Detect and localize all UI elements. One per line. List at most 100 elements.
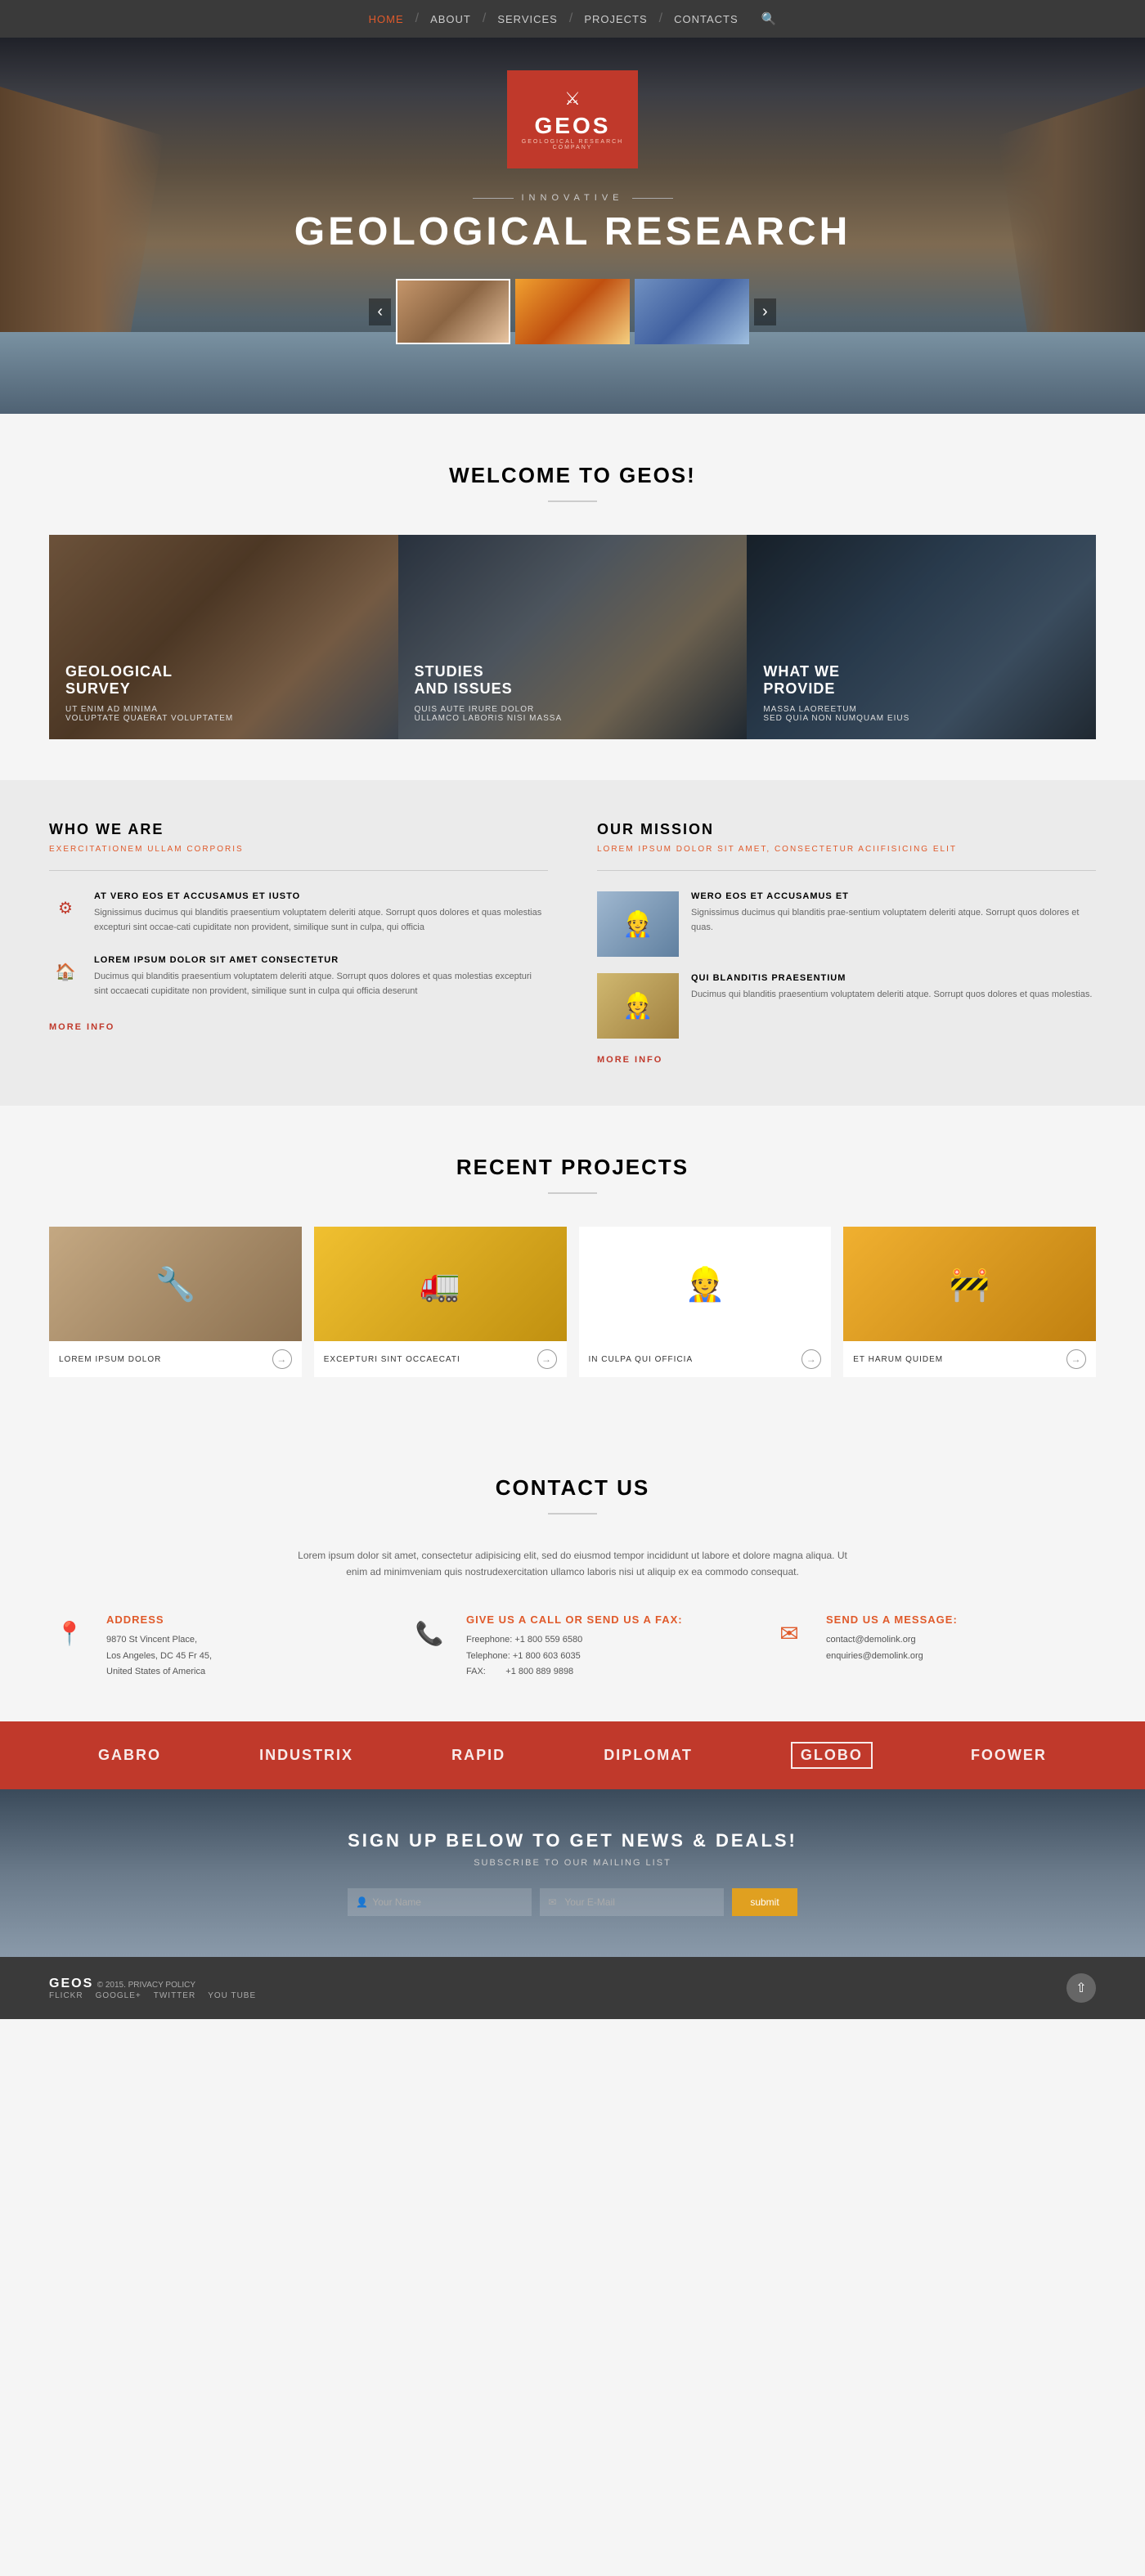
email-input[interactable] xyxy=(540,1888,724,1916)
main-nav: HOME / ABOUT / SERVICES / PROJECTS / CON… xyxy=(0,0,1145,38)
nav-services[interactable]: SERVICES xyxy=(497,13,558,25)
footer-link-flickr[interactable]: FLICKR xyxy=(49,1991,83,2000)
nav-home[interactable]: HOME xyxy=(369,13,404,25)
hero-title: GEOLOGICAL RESEARCH xyxy=(294,209,851,254)
mission-more-info[interactable]: MORE INFO xyxy=(597,1055,1096,1065)
service-card-geological[interactable]: GEOLOGICALSURVEY UT ENIM AD MINIMAVOLUPT… xyxy=(49,535,398,739)
who-subtitle: EXERCITATIONEM ULLAM CORPORIS xyxy=(49,845,548,854)
person-img-2: 👷 xyxy=(597,973,679,1039)
hero-thumb-1[interactable] xyxy=(396,279,510,344)
person-title-2: QUI BLANDITIS PRAESENTIUM xyxy=(691,973,1092,983)
nav-sep-1: / xyxy=(415,11,419,26)
mission-subtitle: LOREM IPSUM DOLOR SIT AMET, CONSECTETUR … xyxy=(597,845,1096,854)
site-footer: GEOS © 2015. PRIVACY POLICY FLICKR GOOGL… xyxy=(0,1957,1145,2019)
nav-sep-4: / xyxy=(659,11,662,26)
logo-box[interactable]: ⚔ GEOS GEOLOGICAL RESEARCH COMPANY xyxy=(507,70,638,168)
service-card-provide[interactable]: WHAT WEPROVIDE MASSA LAOREETUMSED QUIA N… xyxy=(747,535,1096,739)
project-label-text-1: LOREM IPSUM DOLOR xyxy=(59,1355,161,1364)
nav-about[interactable]: ABOUT xyxy=(430,13,471,25)
contact-divider xyxy=(548,1513,597,1515)
service-desc-3: MASSA LAOREETUMSED QUIA NON NUMQUAM EIUS xyxy=(763,705,909,723)
back-to-top-button[interactable]: ⇧ xyxy=(1066,1973,1096,2003)
partner-gabro[interactable]: GABRO xyxy=(98,1747,161,1764)
phone-icon: 📞 xyxy=(409,1613,450,1654)
footer-links: FLICKR GOOGLE+ TWITTER YOU TUBE xyxy=(49,1991,256,2000)
who-item-2: 🏠 LOREM IPSUM DOLOR SIT AMET CONSECTETUR… xyxy=(49,955,548,999)
person-desc-2: Ducimus qui blanditis praesentium volupt… xyxy=(691,988,1092,1003)
hero-thumb-2[interactable] xyxy=(515,279,630,344)
nav-sep-2: / xyxy=(483,11,486,26)
project-img-1: 🔧 xyxy=(49,1227,302,1341)
project-label-text-2: EXCEPTURI SINT OCCAECATI xyxy=(324,1355,460,1364)
partner-diplomat[interactable]: DIPLOMAT xyxy=(604,1747,693,1764)
contact-address: 📍 ADDRESS 9870 St Vincent Place,Los Ange… xyxy=(49,1613,376,1681)
welcome-section: WELCOME TO GEOS! GEOLOGICALSURVEY UT ENI… xyxy=(0,414,1145,780)
who-more-info[interactable]: MORE INFO xyxy=(49,1022,114,1032)
address-lines: 9870 St Vincent Place,Los Angeles, DC 45… xyxy=(106,1632,212,1681)
project-card-2[interactable]: 🚛 EXCEPTURI SINT OCCAECATI → xyxy=(314,1227,567,1377)
email-input-wrapper: ✉ xyxy=(540,1888,724,1916)
service-content-2: STUDIESAND ISSUES QUIS AUTE IRURE DOLORU… xyxy=(398,647,579,739)
service-content-1: GEOLOGICALSURVEY UT ENIM AD MINIMAVOLUPT… xyxy=(49,647,249,739)
hero-thumb-3[interactable] xyxy=(635,279,749,344)
project-img-3: 👷 xyxy=(579,1227,832,1341)
mission-person-2: 👷 QUI BLANDITIS PRAESENTIUM Ducimus qui … xyxy=(597,973,1096,1039)
mission-col: OUR MISSION LOREM IPSUM DOLOR SIT AMET, … xyxy=(597,821,1096,1065)
project-card-3[interactable]: 👷 IN CULPA QUI OFFICIA → xyxy=(579,1227,832,1377)
project-circle-2[interactable]: → xyxy=(537,1349,557,1369)
project-card-4[interactable]: 🚧 ET HARUM QUIDEM → xyxy=(843,1227,1096,1377)
hero-text: INNOVATIVE GEOLOGICAL RESEARCH xyxy=(294,193,851,254)
project-label-text-3: IN CULPA QUI OFFICIA xyxy=(589,1355,694,1364)
pin-icon: 📍 xyxy=(49,1613,90,1654)
partner-globo[interactable]: GLOBO xyxy=(791,1742,873,1769)
project-card-1[interactable]: 🔧 LOREM IPSUM DOLOR → xyxy=(49,1227,302,1377)
nav-projects[interactable]: PROJECTS xyxy=(584,13,647,25)
hero-tagline: INNOVATIVE xyxy=(294,193,851,203)
partner-industrix[interactable]: INDUSTRIX xyxy=(259,1747,353,1764)
project-label-2: EXCEPTURI SINT OCCAECATI → xyxy=(314,1341,567,1377)
hero-thumbnails: ‹ › xyxy=(369,279,775,344)
who-title: WHO WE ARE xyxy=(49,821,548,838)
email-lines: contact@demolink.org enquiries@demolink.… xyxy=(826,1632,958,1665)
footer-link-google[interactable]: GOOGLE+ xyxy=(96,1991,141,2000)
partners-bar: GABRO INDUSTRIX RAPID DIPLOMAT GLOBO FOO… xyxy=(0,1721,1145,1789)
services-grid: GEOLOGICALSURVEY UT ENIM AD MINIMAVOLUPT… xyxy=(49,535,1096,739)
thumb-img-1 xyxy=(397,280,509,343)
partner-rapid[interactable]: RAPID xyxy=(451,1747,505,1764)
project-circle-1[interactable]: → xyxy=(272,1349,292,1369)
who-item-2-text: LOREM IPSUM DOLOR SIT AMET CONSECTETUR D… xyxy=(94,955,548,999)
name-input-wrapper: 👤 xyxy=(348,1888,532,1916)
mission-divider xyxy=(597,870,1096,871)
person-text-1: WERO EOS ET ACCUSAMUS ET Signissimus duc… xyxy=(691,891,1096,935)
project-circle-3[interactable]: → xyxy=(802,1349,821,1369)
prev-arrow[interactable]: ‹ xyxy=(369,298,391,325)
name-input[interactable] xyxy=(348,1888,532,1916)
footer-link-youtube[interactable]: YOU TUBE xyxy=(208,1991,256,2000)
address-label: ADDRESS xyxy=(106,1613,212,1626)
nav-contacts[interactable]: CONTACTS xyxy=(674,13,739,25)
project-circle-4[interactable]: → xyxy=(1066,1349,1086,1369)
contact-grid: 📍 ADDRESS 9870 St Vincent Place,Los Ange… xyxy=(49,1613,1096,1681)
newsletter-subtitle: SUBSCRIBE TO OUR MAILING LIST xyxy=(49,1858,1096,1868)
next-arrow[interactable]: › xyxy=(754,298,776,325)
footer-left: GEOS © 2015. PRIVACY POLICY FLICKR GOOGL… xyxy=(49,1977,256,2000)
phone-label: Give us a call or send us a fax: xyxy=(466,1613,683,1626)
search-icon[interactable]: 🔍 xyxy=(761,11,777,26)
service-title-3: WHAT WEPROVIDE xyxy=(763,663,909,698)
project-label-text-4: ET HARUM QUIDEM xyxy=(853,1355,943,1364)
mail-icon: ✉ xyxy=(769,1613,810,1654)
footer-link-twitter[interactable]: TWITTER xyxy=(154,1991,195,2000)
who-divider xyxy=(49,870,548,871)
contact-phone: 📞 Give us a call or send us a fax: Freep… xyxy=(409,1613,736,1681)
projects-grid: 🔧 LOREM IPSUM DOLOR → 🚛 EXCEPTURI SINT O… xyxy=(49,1227,1096,1377)
partner-foower[interactable]: FOOWER xyxy=(971,1747,1047,1764)
submit-button[interactable]: submit xyxy=(732,1888,797,1916)
project-label-4: ET HARUM QUIDEM → xyxy=(843,1341,1096,1377)
about-section: WHO WE ARE EXERCITATIONEM ULLAM CORPORIS… xyxy=(0,780,1145,1106)
service-card-studies[interactable]: STUDIESAND ISSUES QUIS AUTE IRURE DOLORU… xyxy=(398,535,748,739)
who-item-2-desc: Ducimus qui blanditis praesentium volupt… xyxy=(94,970,548,999)
logo-icon: ⚔ xyxy=(564,88,581,110)
footer-brand: GEOS xyxy=(49,1977,93,1990)
person-img-1: 👷 xyxy=(597,891,679,957)
who-item-1-title: AT VERO EOS ET ACCUSAMUS ET IUSTO xyxy=(94,891,548,901)
